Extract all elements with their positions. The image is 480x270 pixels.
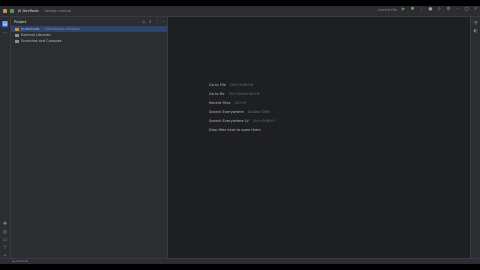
vcs-widget[interactable]: Version control bbox=[44, 9, 71, 13]
library-icon bbox=[15, 33, 19, 37]
close-icon[interactable]: ✕ bbox=[473, 7, 478, 12]
terminal-tool-icon[interactable]: ▭ bbox=[2, 237, 8, 243]
project-tool-icon[interactable]: ▤ bbox=[2, 21, 8, 27]
main-menu-icon[interactable] bbox=[3, 9, 7, 13]
maximize-icon[interactable]: ▢ bbox=[464, 7, 469, 12]
tree-item-scratches[interactable]: › Scratches and Consoles bbox=[11, 38, 167, 44]
project-panel: Project ◎ ⇕ ⋮ – › js-devtools ~/Desktop/… bbox=[11, 17, 168, 264]
project-badge-icon[interactable] bbox=[10, 9, 14, 13]
hint-search-everywhere: Search Everywhere Double Shift bbox=[209, 110, 270, 114]
notifications-icon[interactable]: ◔ bbox=[473, 21, 478, 26]
hint-search-everywhere-alt: Search Everywhere (V Ctrl+Shift+F bbox=[209, 119, 276, 123]
settings-gear-icon[interactable]: ⚙ bbox=[446, 7, 451, 12]
hide-icon[interactable]: – bbox=[162, 19, 164, 24]
more-icon[interactable]: ⋮ bbox=[419, 7, 424, 12]
debug-icon[interactable]: ✱ bbox=[410, 7, 415, 12]
status-bar-breadcrumb[interactable]: js-devtools bbox=[12, 259, 28, 263]
folder-icon bbox=[15, 27, 19, 31]
project-switcher[interactable]: JS DevTools bbox=[18, 9, 38, 13]
hint-drop-files: Drop files here to open them bbox=[209, 128, 261, 132]
hint-recent-files: Recent Files Ctrl+E bbox=[209, 101, 247, 105]
problems-tool-icon[interactable]: ! bbox=[2, 245, 8, 251]
editor-empty-hints: Go to File Ctrl+Shift+N Go to Re Ctrl+Shif… bbox=[209, 81, 275, 135]
status-bar: js-devtools bbox=[0, 258, 480, 264]
hint-go-to-re: Go to Re Ctrl+Shift+Alt+N bbox=[209, 92, 260, 96]
search-icon[interactable]: ⌕ bbox=[437, 7, 442, 12]
minimize-icon[interactable]: – bbox=[455, 7, 460, 12]
project-panel-tools: ◎ ⇕ ⋮ – bbox=[142, 19, 164, 24]
user-icon[interactable]: ● bbox=[428, 7, 433, 12]
scratches-icon bbox=[15, 39, 19, 43]
editor-area[interactable]: Go to File Ctrl+Shift+N Go to Re Ctrl+Shif… bbox=[168, 17, 470, 264]
locate-icon[interactable]: ◎ bbox=[142, 19, 146, 24]
structure-tool-icon[interactable]: ⋯ bbox=[2, 30, 8, 36]
plugins-tool-icon[interactable]: ✚ bbox=[2, 221, 8, 227]
services-tool-icon[interactable]: ◎ bbox=[2, 229, 8, 235]
database-icon[interactable]: ◐ bbox=[473, 29, 478, 34]
project-panel-title[interactable]: Project bbox=[14, 20, 26, 24]
hint-go-to-file: Go to File Ctrl+Shift+N bbox=[209, 83, 254, 87]
project-panel-header: Project ◎ ⇕ ⋮ – bbox=[11, 17, 167, 26]
title-bar-actions: Current File ▶ ✱ ⋮ ● ⌕ ⚙ – ▢ ✕ bbox=[378, 7, 479, 12]
ide-window: JS DevTools Version control Current File… bbox=[0, 6, 480, 264]
tree-item-label: Scratches and Consoles bbox=[21, 39, 62, 43]
left-tool-strip: ▤ ⋯ ✚ ◎ ▭ ! ⑂ bbox=[0, 17, 11, 264]
title-bar: JS DevTools Version control Current File… bbox=[0, 6, 480, 17]
run-icon[interactable]: ▶ bbox=[401, 7, 406, 12]
run-config-selector[interactable]: Current File bbox=[378, 8, 398, 12]
collapse-icon[interactable]: ⇕ bbox=[149, 19, 152, 24]
right-tool-strip: ◔ ◐ bbox=[470, 17, 480, 264]
options-icon[interactable]: ⋮ bbox=[155, 19, 159, 24]
